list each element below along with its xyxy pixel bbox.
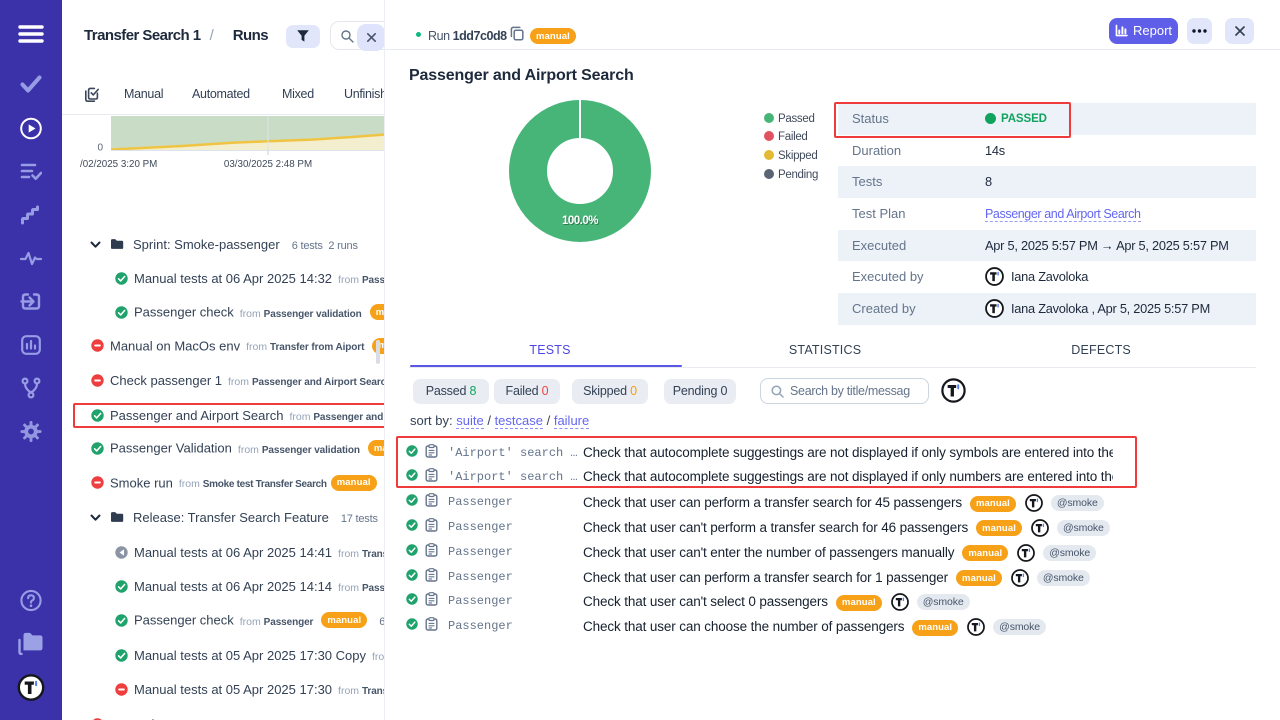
svg-text:0: 0 — [97, 143, 103, 154]
svg-text:03/30/2025 2:48 PM: 03/30/2025 2:48 PM — [224, 159, 312, 170]
svg-text:/02/2025 3:20 PM: /02/2025 3:20 PM — [80, 159, 157, 170]
svg-text:100.0%: 100.0% — [562, 215, 598, 227]
